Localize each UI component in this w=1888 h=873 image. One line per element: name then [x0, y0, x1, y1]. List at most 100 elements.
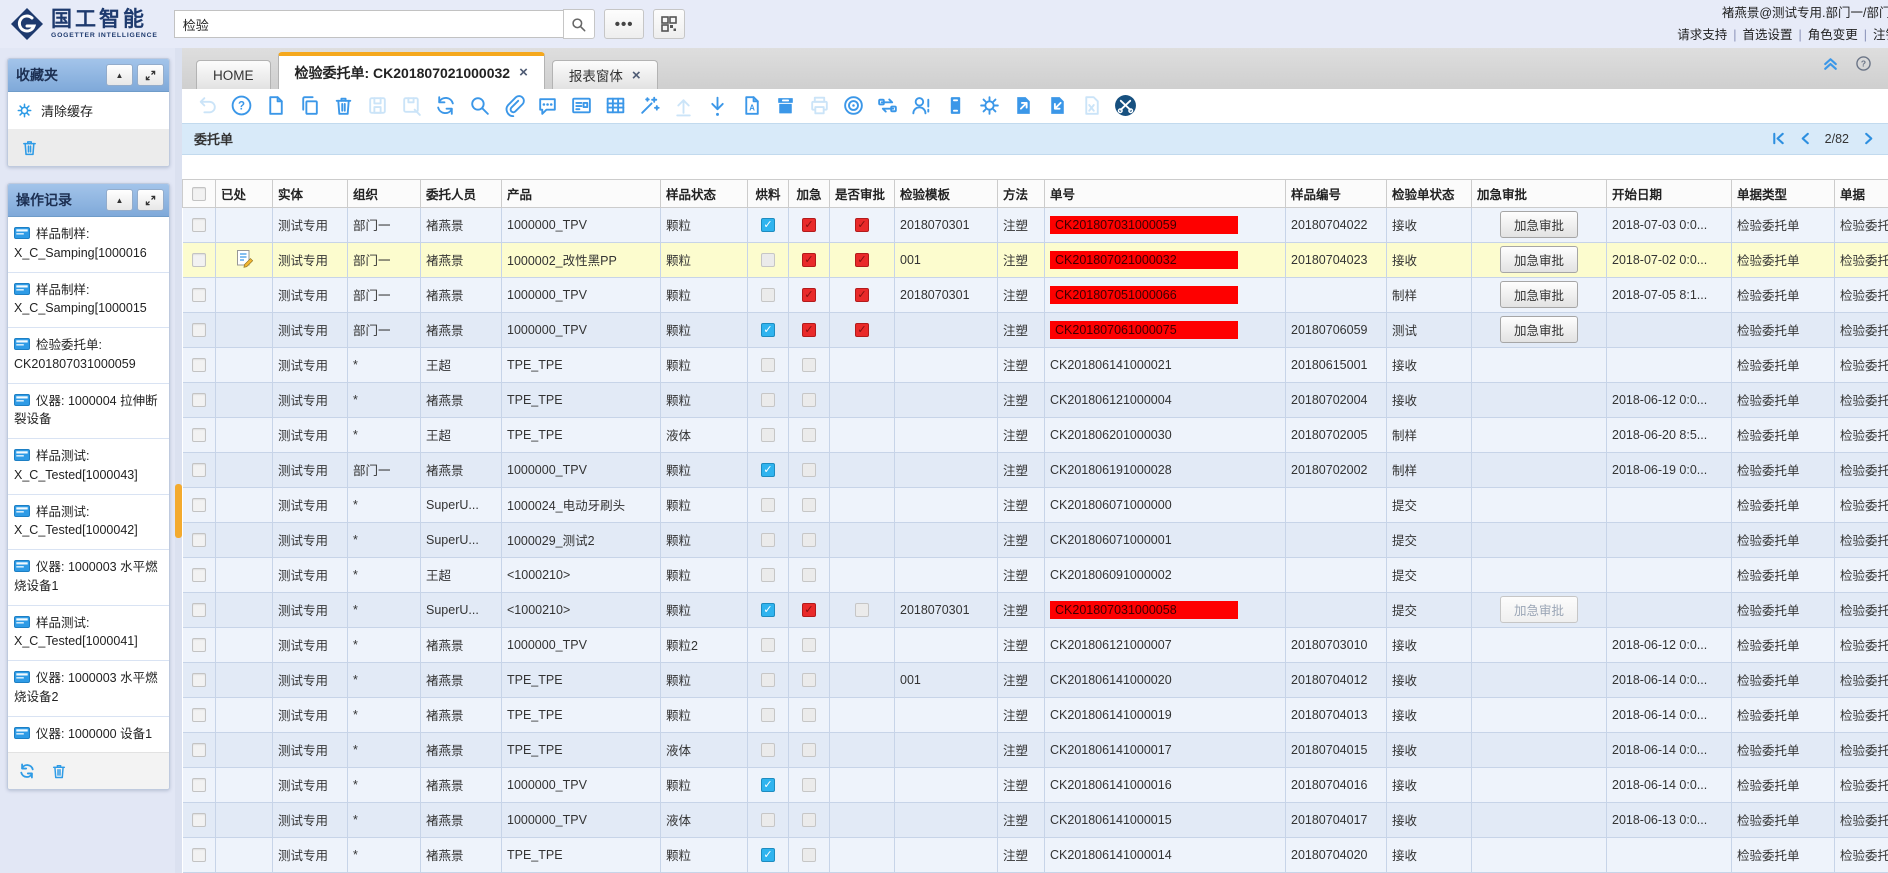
file-import-icon[interactable] — [1046, 94, 1069, 117]
col-processed[interactable]: 已处 — [216, 179, 273, 207]
table-row[interactable]: 测试专用*褚燕景TPE_TPE颗粒001注塑CK2018061410000202… — [183, 662, 1888, 697]
trash-icon[interactable] — [20, 138, 157, 157]
row-checkbox[interactable] — [192, 218, 206, 232]
table-row[interactable]: 测试专用*褚燕景TPE_TPE颗粒注塑CK2018061210000042018… — [183, 382, 1888, 417]
row-checkbox[interactable] — [192, 533, 206, 547]
tab-item[interactable]: HOME — [196, 60, 271, 89]
col-org[interactable]: 组织 — [348, 179, 421, 207]
delete-icon[interactable] — [332, 94, 355, 117]
pdf-export-icon[interactable]: A — [740, 94, 763, 117]
table-row[interactable]: 测试专用*SuperU...1000024_电动牙刷头颗粒注塑CK2018060… — [183, 487, 1888, 522]
maximize-button[interactable] — [137, 64, 164, 86]
close-icon[interactable]: × — [519, 65, 528, 80]
table-row[interactable]: 测试专用*褚燕景TPE_TPE颗粒✓注塑CK201806141000014201… — [183, 837, 1888, 872]
row-checkbox[interactable] — [192, 463, 206, 477]
refresh-icon[interactable] — [18, 762, 36, 780]
history-item[interactable]: 样品测试: X_C_Tested[1000042] — [8, 495, 169, 551]
user-link[interactable]: 请求支持 — [1677, 28, 1727, 42]
collapse-up-icon[interactable] — [1822, 55, 1839, 72]
history-item[interactable]: 样品制样: X_C_Samping[1000015 — [8, 273, 169, 329]
tab-item[interactable]: 报表窗体× — [552, 60, 658, 89]
history-item[interactable]: 仪器: 1000000 设备1 — [8, 717, 169, 753]
history-item[interactable]: 仪器: 1000003 水平燃烧设备1 — [8, 550, 169, 606]
attachment-icon[interactable] — [502, 94, 525, 117]
favorites-drop-area[interactable] — [8, 129, 169, 166]
table-row[interactable]: 测试专用*褚燕景TPE_TPE液体注塑CK2018061410000172018… — [183, 732, 1888, 767]
row-checkbox[interactable] — [192, 323, 206, 337]
favorite-item-clear-cache[interactable]: 清除缓存 — [8, 92, 169, 129]
history-item[interactable]: 仪器: 1000003 水平燃烧设备2 — [8, 661, 169, 717]
maximize-button[interactable] — [137, 189, 164, 211]
row-checkbox[interactable] — [192, 288, 206, 302]
table-row[interactable]: 测试专用*褚燕景1000000_TPV液体注塑CK201806141000015… — [183, 802, 1888, 837]
server-icon[interactable] — [944, 94, 967, 117]
copy-icon[interactable] — [298, 94, 321, 117]
search-icon[interactable] — [468, 94, 491, 117]
file-export-icon[interactable] — [1012, 94, 1035, 117]
user-alert-icon[interactable] — [910, 94, 933, 117]
table-row[interactable]: 测试专用部门一褚燕景1000000_TPV颗粒✓✓✓注塑CK2018070610… — [183, 312, 1888, 347]
row-checkbox[interactable] — [192, 253, 206, 267]
table-row[interactable]: 测试专用*王超TPE_TPE液体注塑CK20180620100003020180… — [183, 417, 1888, 452]
tab-active[interactable]: 检验委托单: CK201807021000032× — [278, 52, 545, 89]
qr-menu-button[interactable] — [653, 9, 685, 39]
history-item[interactable]: 样品制样: X_C_Samping[1000016 — [8, 217, 169, 273]
col-order[interactable]: 单号 — [1045, 179, 1286, 207]
row-checkbox[interactable] — [192, 813, 206, 827]
cut-icon[interactable] — [1114, 94, 1137, 117]
row-checkbox[interactable] — [192, 708, 206, 722]
sidebar-splitter[interactable] — [175, 48, 182, 873]
target-icon[interactable] — [842, 94, 865, 117]
comment-icon[interactable] — [536, 94, 559, 117]
col-sample[interactable]: 样品编号 — [1286, 179, 1387, 207]
card-view-icon[interactable] — [570, 94, 593, 117]
row-checkbox[interactable] — [192, 568, 206, 582]
table-row[interactable]: 测试专用*王超TPE_TPE颗粒注塑CK20180614100002120180… — [183, 347, 1888, 382]
prev-page-icon[interactable] — [1798, 131, 1813, 146]
history-item[interactable]: 样品测试: X_C_Tested[1000043] — [8, 439, 169, 495]
next-page-icon[interactable] — [1861, 131, 1876, 146]
col-doc_type[interactable]: 单据类型 — [1732, 179, 1835, 207]
select-all-checkbox[interactable] — [192, 187, 206, 201]
history-item[interactable]: 样品测试: X_C_Tested[1000041] — [8, 606, 169, 662]
download-icon[interactable] — [706, 94, 729, 117]
table-row[interactable]: 测试专用部门一褚燕景1000000_TPV颗粒✓✓2018070301注塑CK2… — [183, 277, 1888, 312]
row-checkbox[interactable] — [192, 393, 206, 407]
trash-icon[interactable] — [50, 762, 68, 780]
urgent-approve-button[interactable]: 加急审批 — [1500, 316, 1578, 343]
refresh-icon[interactable] — [434, 94, 457, 117]
col-product[interactable]: 产品 — [502, 179, 661, 207]
col-doc[interactable]: 单据 — [1835, 179, 1888, 207]
row-checkbox[interactable] — [192, 848, 206, 862]
row-checkbox[interactable] — [192, 638, 206, 652]
urgent-approve-button[interactable]: 加急审批 — [1500, 246, 1578, 273]
table-row[interactable]: 测试专用*褚燕景1000000_TPV颗粒✓注塑CK20180614100001… — [183, 767, 1888, 802]
help-circle-icon[interactable]: ? — [1855, 55, 1872, 72]
first-page-icon[interactable] — [1771, 131, 1786, 146]
urgent-approve-button[interactable]: 加急审批 — [1500, 211, 1578, 238]
history-item[interactable]: 检验委托单: CK201807031000059 — [8, 328, 169, 384]
col-person[interactable]: 委托人员 — [421, 179, 502, 207]
transfer-icon[interactable] — [876, 94, 899, 117]
more-options-button[interactable]: ••• — [604, 9, 645, 39]
row-checkbox[interactable] — [192, 743, 206, 757]
user-link[interactable]: 首选设置 — [1742, 28, 1792, 42]
collapse-button[interactable]: ▲ — [106, 189, 133, 211]
row-checkbox[interactable] — [192, 603, 206, 617]
table-row[interactable]: 测试专用*王超<1000210>颗粒注塑CK201806091000002提交检… — [183, 557, 1888, 592]
col-method[interactable]: 方法 — [998, 179, 1045, 207]
new-document-icon[interactable] — [264, 94, 287, 117]
table-row[interactable]: 测试专用*褚燕景1000000_TPV颗粒2注塑CK20180612100000… — [183, 627, 1888, 662]
magic-wand-icon[interactable] — [638, 94, 661, 117]
archive-icon[interactable] — [774, 94, 797, 117]
table-row[interactable]: 测试专用部门一褚燕景1000002_改性黑PP颗粒✓✓001注塑CK201807… — [183, 242, 1888, 277]
collapse-button[interactable]: ▲ — [106, 64, 133, 86]
row-checkbox[interactable] — [192, 673, 206, 687]
col-sample_state[interactable]: 样品状态 — [661, 179, 748, 207]
col-entity[interactable]: 实体 — [273, 179, 348, 207]
table-row[interactable]: 测试专用部门一褚燕景1000000_TPV颗粒✓✓✓2018070301注塑CK… — [183, 207, 1888, 242]
row-checkbox[interactable] — [192, 428, 206, 442]
row-checkbox[interactable] — [192, 778, 206, 792]
col-status[interactable]: 检验单状态 — [1387, 179, 1472, 207]
col-urgent[interactable]: 加急 — [789, 179, 830, 207]
